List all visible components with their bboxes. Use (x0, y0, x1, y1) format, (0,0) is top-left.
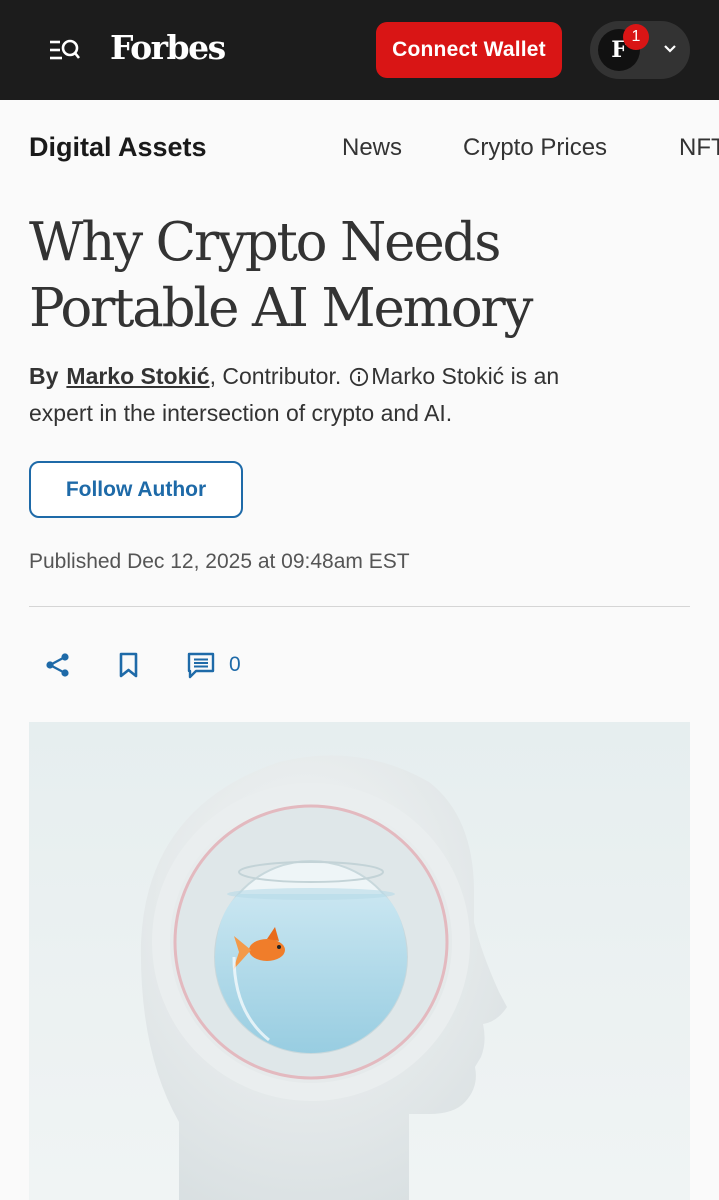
connect-wallet-button[interactable]: Connect Wallet (376, 22, 562, 78)
share-icon[interactable] (43, 650, 73, 680)
nav-link-nft[interactable]: NFT (679, 134, 719, 162)
nav-link-crypto-prices[interactable]: Crypto Prices (463, 134, 607, 162)
nav-link-news[interactable]: News (342, 134, 402, 162)
section-title[interactable]: Digital Assets (29, 132, 207, 163)
top-navigation-bar: Forbes Connect Wallet F 1 (0, 0, 719, 100)
article-headline: Why Crypto Needs Portable AI Memory (29, 212, 533, 339)
byline-prefix: By (29, 363, 59, 389)
published-date: Published Dec 12, 2025 at 09:48am EST (29, 550, 410, 573)
chevron-down-icon (664, 45, 676, 53)
author-role: , Contributor. (209, 363, 342, 389)
notification-badge: 1 (623, 24, 649, 50)
account-menu-button[interactable]: F 1 (590, 21, 690, 79)
comment-count[interactable]: 0 (229, 653, 241, 677)
menu-search-icon[interactable] (48, 35, 82, 65)
divider (29, 606, 690, 607)
article-byline: By Marko Stokić, Contributor. Marko Stoki… (29, 358, 629, 432)
article-hero-image (29, 722, 690, 1200)
forbes-logo[interactable]: Forbes (110, 28, 226, 67)
follow-author-button[interactable]: Follow Author (29, 461, 243, 518)
comment-icon[interactable] (186, 650, 216, 680)
bookmark-icon[interactable] (114, 650, 144, 680)
info-icon[interactable] (349, 367, 369, 387)
author-link[interactable]: Marko Stokić (66, 363, 209, 389)
